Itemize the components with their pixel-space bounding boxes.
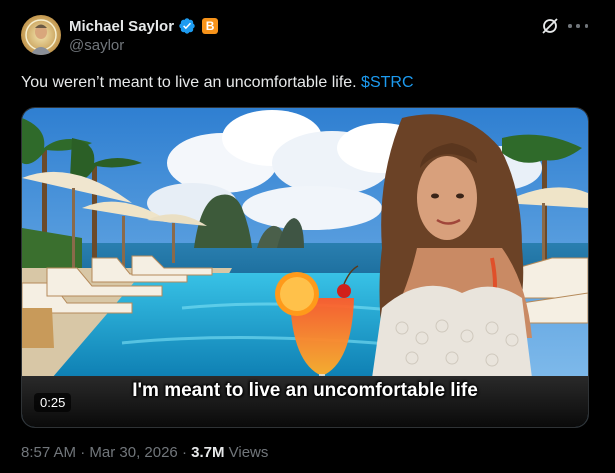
video-caption: I'm meant to live an uncomfortable life [132,380,478,401]
views-count: 3.7M [191,444,225,461]
grok-icon[interactable] [540,16,560,36]
post-date[interactable]: Mar 30, 2026 [89,444,177,461]
author-name-row[interactable]: Michael Saylor B [69,16,219,36]
video-player[interactable]: I'm meant to live an uncomfortable life … [21,107,589,428]
meta-separator: · [177,444,192,461]
bitcoin-badge-icon: B [202,18,219,34]
verified-badge-icon [179,18,195,34]
views-label: Views [224,444,269,461]
cashtag-link[interactable]: $STRC [361,74,413,91]
author-name[interactable]: Michael Saylor [69,18,174,35]
author-handle[interactable]: @saylor [69,37,124,54]
meta-separator: · [76,444,90,461]
post-text-body: You weren’t meant to live an uncomfortab… [21,74,362,91]
avatar[interactable] [21,15,61,55]
post-time[interactable]: 8:57 AM [21,444,76,461]
post: Michael Saylor B @saylor You weren’t mea… [0,0,615,473]
more-icon[interactable] [568,16,588,36]
post-meta: 8:57 AM · Mar 30, 2026 · 3.7M Views [21,444,268,461]
video-duration-badge: 0:25 [34,393,72,412]
post-text: You weren’t meant to live an uncomfortab… [21,73,414,93]
